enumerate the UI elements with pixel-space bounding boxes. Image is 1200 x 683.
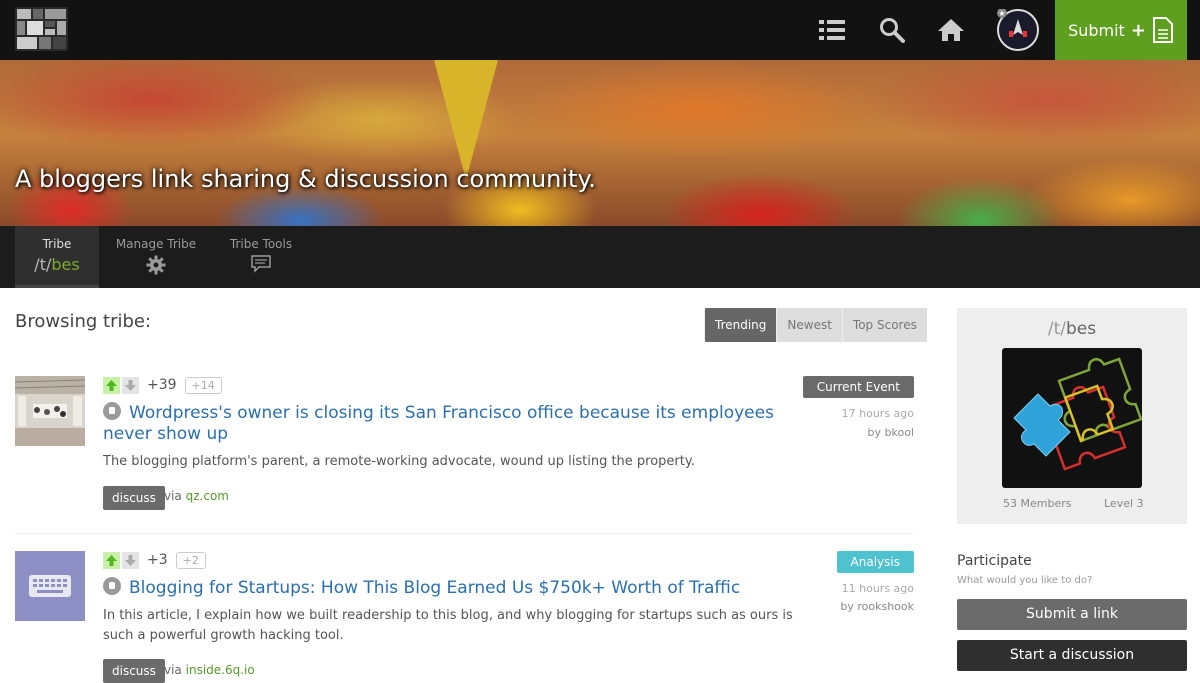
site-logo[interactable] (15, 7, 68, 51)
discuss-button[interactable]: discuss (103, 659, 165, 683)
top-bar: ★ Submit + (0, 0, 1200, 60)
post-title-link[interactable]: Wordpress's owner is closing its San Fra… (103, 402, 774, 445)
post-title-link[interactable]: Blogging for Startups: How This Blog Ear… (103, 577, 740, 599)
tribe-level: Level 3 (1104, 497, 1144, 510)
participate-heading: Participate (957, 553, 1032, 569)
submit-document-icon (1152, 17, 1173, 43)
post-type-icon (103, 402, 121, 420)
category-tag[interactable]: Analysis (836, 551, 914, 573)
post-timestamp: 11 hours ago (841, 582, 914, 595)
discuss-button[interactable]: discuss (103, 486, 165, 510)
source-domain-link[interactable]: qz.com (186, 489, 229, 503)
svg-text:★: ★ (998, 9, 1005, 18)
sort-tabs: Trending Newest Top Scores (704, 308, 927, 342)
tribe-nav: Tribe /t/bes Manage Tribe Tribe Tools (0, 226, 1200, 288)
post-author[interactable]: by bkool (868, 426, 914, 439)
post-source: via inside.6q.io (164, 663, 255, 677)
gear-icon (146, 255, 166, 275)
source-domain-link[interactable]: inside.6q.io (186, 663, 255, 677)
tab-tribe[interactable]: Tribe /t/bes (15, 226, 99, 288)
vote-controls: +39 +14 (103, 376, 222, 394)
member-count: 53 Members (1003, 497, 1072, 510)
post-timestamp: 17 hours ago (841, 407, 914, 420)
vote-controls: +3 +2 (103, 551, 206, 569)
avatar[interactable]: ★ (997, 9, 1039, 51)
score-delta-badge: +14 (184, 376, 222, 394)
post-divider (15, 533, 914, 534)
submit-button[interactable]: Submit + (1055, 0, 1187, 60)
banner-tagline: A bloggers link sharing & discussion com… (15, 165, 596, 193)
score-delta-badge: +2 (175, 551, 206, 569)
participate-subtitle: What would you like to do? (957, 575, 1093, 586)
post-score: +3 (147, 552, 168, 568)
start-discussion-button[interactable]: Start a discussion (957, 640, 1187, 671)
post-source: via qz.com (164, 489, 229, 503)
tribe-name: /t/bes (34, 255, 80, 274)
banner-pencil-image (434, 60, 498, 180)
search-icon[interactable] (872, 10, 912, 50)
sort-top-scores[interactable]: Top Scores (841, 308, 927, 342)
downvote-arrow-icon[interactable] (122, 551, 139, 569)
tab-tribe-tools[interactable]: Tribe Tools (222, 226, 300, 288)
sidebar-tribe-name[interactable]: /t/bes (957, 319, 1187, 339)
sort-trending[interactable]: Trending (704, 308, 777, 342)
post-score: +39 (147, 377, 177, 393)
tab-manage-tribe[interactable]: Manage Tribe (112, 226, 200, 288)
post-author[interactable]: by rookshook (840, 600, 914, 613)
tribe-puzzle-image (1002, 348, 1143, 488)
upvote-arrow-icon[interactable] (103, 376, 120, 394)
post-item: +3 +2 Blogging for Startups: How This Bl… (15, 551, 914, 683)
submit-link-button[interactable]: Submit a link (957, 599, 1187, 630)
list-icon[interactable] (812, 10, 852, 50)
submit-label: Submit (1068, 20, 1125, 40)
tab-tribe-label: Tribe (42, 237, 72, 251)
post-thumbnail[interactable] (15, 551, 85, 621)
home-icon[interactable] (931, 10, 971, 50)
post-description: In this article, I explain how we built … (103, 608, 793, 643)
plus-icon: + (1130, 19, 1146, 41)
tab-tools-label: Tribe Tools (229, 237, 293, 251)
post-description: The blogging platform's parent, a remote… (103, 454, 695, 469)
upvote-arrow-icon[interactable] (103, 551, 120, 569)
browsing-heading: Browsing tribe: (15, 311, 152, 332)
post-type-icon (103, 577, 121, 595)
sort-newest[interactable]: Newest (776, 308, 842, 342)
chat-icon (251, 255, 271, 273)
tribe-info-card: /t/bes 53 Members Level 3 (957, 308, 1187, 524)
tribe-banner: A bloggers link sharing & discussion com… (0, 60, 1200, 226)
category-tag[interactable]: Current Event (802, 376, 914, 398)
post-thumbnail[interactable] (15, 376, 85, 446)
downvote-arrow-icon[interactable] (122, 376, 139, 394)
tab-manage-label: Manage Tribe (115, 237, 197, 251)
post-item: +39 +14 Wordpress's owner is closing its… (15, 376, 914, 516)
